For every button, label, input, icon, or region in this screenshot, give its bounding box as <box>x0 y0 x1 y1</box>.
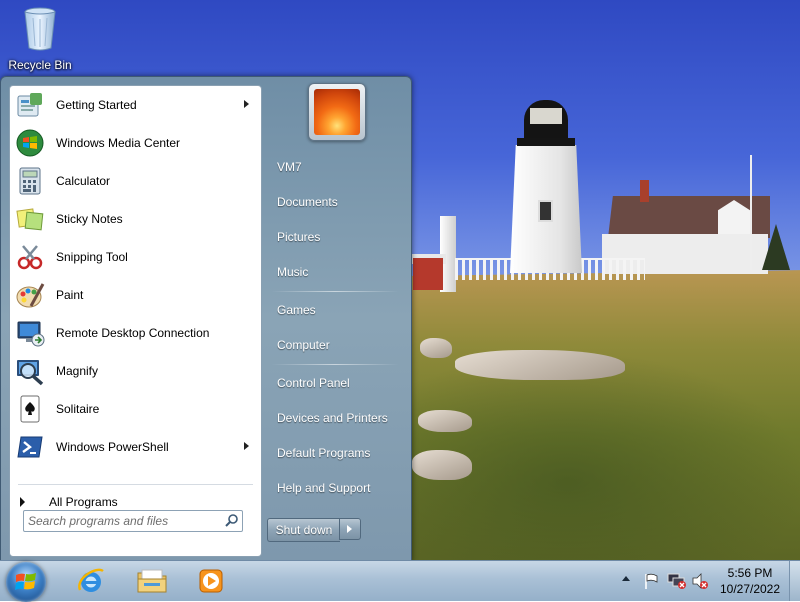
shutdown-button[interactable]: Shut down <box>267 518 340 542</box>
solitaire-icon <box>14 393 46 425</box>
right-item-devices-printers[interactable]: Devices and Printers <box>266 405 402 431</box>
program-label: Calculator <box>56 174 111 188</box>
remote-desktop-icon <box>14 317 46 349</box>
clock-time: 5:56 PM <box>727 566 773 580</box>
magnify-icon <box>14 355 46 387</box>
user-picture-flower <box>314 89 360 135</box>
media-player-icon <box>199 569 223 593</box>
getting-started-icon <box>14 89 46 121</box>
wallpaper-rock <box>418 410 472 432</box>
program-label: Solitaire <box>56 402 100 416</box>
volume-muted-icon[interactable] <box>691 572 709 590</box>
wallpaper-field <box>408 350 800 560</box>
wallpaper-lantern-glass <box>530 108 562 124</box>
search-input[interactable] <box>28 513 216 528</box>
shutdown-options-button[interactable] <box>339 518 361 540</box>
wallpaper-rock <box>455 350 625 380</box>
taskbar-media-player[interactable] <box>184 564 238 598</box>
wallpaper-shed <box>413 258 443 290</box>
user-picture[interactable] <box>308 83 366 141</box>
show-desktop-button[interactable] <box>789 561 800 601</box>
taskbar-windows-explorer[interactable] <box>125 564 179 598</box>
start-menu: Getting Started Windows Media Center Cal… <box>0 76 412 562</box>
submenu-arrow-icon[interactable] <box>244 100 249 108</box>
program-sticky-notes[interactable]: Sticky Notes <box>10 200 261 238</box>
start-menu-programs-pane: Getting Started Windows Media Center Cal… <box>9 85 262 557</box>
right-item-documents[interactable]: Documents <box>266 189 402 215</box>
program-solitaire[interactable]: Solitaire <box>10 390 261 428</box>
wallpaper-rock <box>412 450 472 480</box>
windows-media-center-icon <box>14 127 46 159</box>
program-snipping-tool[interactable]: Snipping Tool <box>10 238 261 276</box>
taskbar: 5:56 PM 10/27/2022 <box>0 560 800 602</box>
program-label: Getting Started <box>56 98 137 112</box>
program-list: Getting Started Windows Media Center Cal… <box>10 86 261 466</box>
taskbar-internet-explorer[interactable] <box>64 564 118 598</box>
wallpaper-rock <box>420 338 452 358</box>
program-remote-desktop[interactable]: Remote Desktop Connection <box>10 314 261 352</box>
wallpaper-flagpole <box>750 155 752 270</box>
action-center-flag-icon[interactable] <box>643 572 661 590</box>
all-programs-label: All Programs <box>49 495 118 509</box>
program-label: Sticky Notes <box>56 212 123 226</box>
system-clock[interactable]: 5:56 PM 10/27/2022 <box>712 565 788 597</box>
program-windows-powershell[interactable]: Windows PowerShell <box>10 428 261 466</box>
program-magnify[interactable]: Magnify <box>10 352 261 390</box>
show-hidden-icons-button[interactable] <box>622 576 630 581</box>
right-item-computer[interactable]: Computer <box>266 332 402 358</box>
wallpaper-chimney <box>640 180 649 202</box>
right-item-help-support[interactable]: Help and Support <box>266 475 402 501</box>
folder-icon <box>137 569 167 593</box>
search-box[interactable] <box>23 510 243 532</box>
program-label: Snipping Tool <box>56 250 128 264</box>
separator <box>18 484 253 485</box>
chevron-right-icon <box>347 525 352 533</box>
all-programs-arrow-icon <box>20 497 25 507</box>
windows-logo-icon <box>15 573 36 590</box>
program-label: Windows PowerShell <box>56 440 169 454</box>
right-item-default-programs[interactable]: Default Programs <box>266 440 402 466</box>
right-item-music[interactable]: Music <box>266 259 402 285</box>
right-item-control-panel[interactable]: Control Panel <box>266 370 402 396</box>
separator <box>271 291 399 292</box>
clock-date: 10/27/2022 <box>719 582 781 596</box>
program-label: Paint <box>56 288 84 302</box>
search-icon[interactable] <box>225 513 239 527</box>
start-button[interactable] <box>6 562 46 602</box>
program-label: Magnify <box>56 364 99 378</box>
submenu-arrow-icon[interactable] <box>244 442 249 450</box>
calculator-icon <box>14 165 46 197</box>
program-label: Remote Desktop Connection <box>56 326 210 340</box>
wallpaper-window <box>538 200 553 222</box>
powershell-icon <box>14 431 46 463</box>
desktop-icon-recycle-bin[interactable]: Recycle Bin <box>6 6 74 72</box>
internet-explorer-icon <box>78 568 104 592</box>
desktop-icon-label: Recycle Bin <box>8 58 72 72</box>
network-icon[interactable] <box>667 572 686 590</box>
right-item-pictures[interactable]: Pictures <box>266 224 402 250</box>
program-calculator[interactable]: Calculator <box>10 162 261 200</box>
program-label: Windows Media Center <box>56 136 181 150</box>
paint-icon <box>14 279 46 311</box>
program-getting-started[interactable]: Getting Started <box>10 86 261 124</box>
separator <box>271 364 399 365</box>
program-windows-media-center[interactable]: Windows Media Center <box>10 124 261 162</box>
right-item-user-folder[interactable]: VM7 <box>266 154 402 180</box>
snipping-tool-icon <box>14 241 46 273</box>
sticky-notes-icon <box>14 203 46 235</box>
wallpaper-gallery <box>517 138 575 146</box>
program-paint[interactable]: Paint <box>10 276 261 314</box>
right-item-games[interactable]: Games <box>266 297 402 323</box>
recycle-bin-icon <box>23 6 57 51</box>
